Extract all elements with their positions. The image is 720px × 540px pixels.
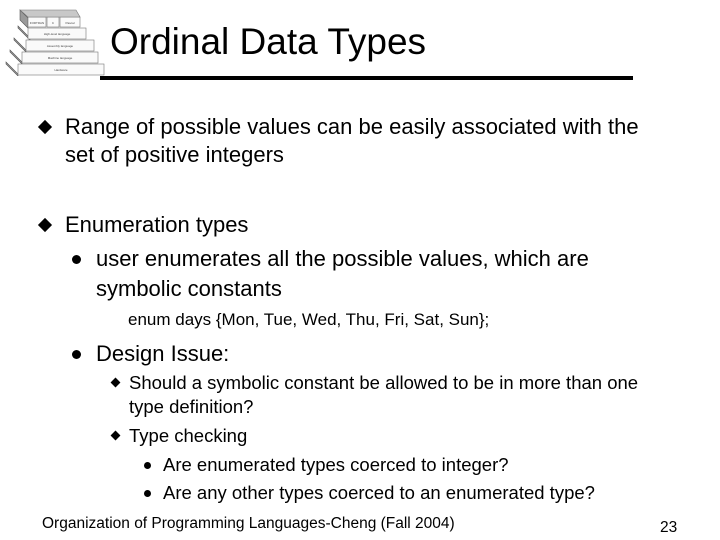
code-example: enum days {Mon, Tue, Wed, Thu, Fri, Sat,… [128,310,490,329]
bullet-text: set of positive integers [65,142,284,167]
bullet-text: Should a symbolic constant be allowed to… [129,372,639,393]
bullet-text: user enumerates all the possible values,… [96,246,589,271]
diamond-bullet-icon [37,217,53,233]
svg-text:Machine language: Machine language [48,56,73,60]
bullet-text: Enumeration types [65,212,249,237]
dot-bullet-icon [144,462,151,469]
title-divider [100,76,633,80]
bullet-text: Design Issue: [96,341,230,366]
bullet-text: Are any other types coerced to an enumer… [163,482,595,503]
slide-footer: Organization of Programming Languages-Ch… [42,515,455,532]
diamond-bullet-icon [110,430,121,441]
language-layers-pyramid-icon: FORTRAN C Pascal High-level language Ass… [5,9,105,76]
page-number: 23 [660,519,678,536]
dot-bullet-icon [144,490,151,497]
bullet-text: Type checking [129,425,248,446]
dot-bullet-icon [72,255,81,264]
diamond-bullet-icon [37,119,53,135]
svg-text:Pascal: Pascal [65,21,74,25]
bullet-text: symbolic constants [96,276,282,301]
bullet-text: type definition? [129,396,254,417]
diamond-bullet-icon [110,377,121,388]
svg-text:Assembly language: Assembly language [47,44,74,48]
svg-text:Hardware: Hardware [54,68,67,72]
svg-text:FORTRAN: FORTRAN [30,21,44,25]
slide-title: Ordinal Data Types [110,21,427,62]
svg-text:High-level language: High-level language [44,32,71,36]
dot-bullet-icon [72,350,81,359]
bullet-text: Range of possible values can be easily a… [65,114,639,139]
bullet-text: Are enumerated types coerced to integer? [163,454,509,475]
